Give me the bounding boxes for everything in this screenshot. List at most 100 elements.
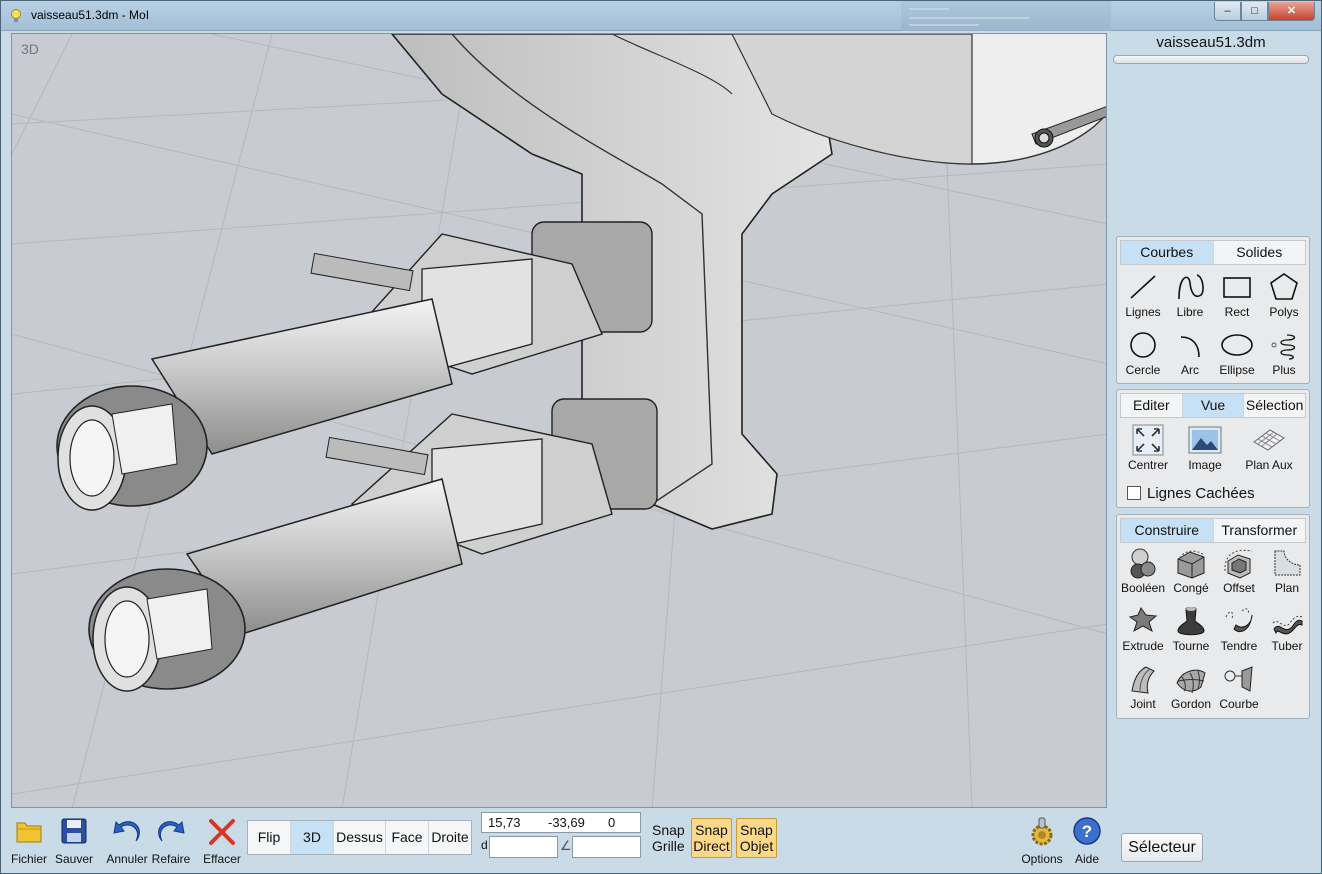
hidden-lines-toggle[interactable]: Lignes Cachées <box>1127 485 1255 502</box>
tool-plan-aux[interactable]: Plan Aux <box>1239 424 1299 472</box>
help-icon: ? <box>1073 817 1101 845</box>
loft-icon <box>1131 666 1155 694</box>
tool-label: Libre <box>1176 305 1204 319</box>
network-surface-icon <box>1176 669 1206 694</box>
snap-grid-label-2: Grille <box>652 838 685 854</box>
undo-icon <box>113 820 140 842</box>
tool-label: Lignes <box>1125 305 1161 319</box>
model-scene[interactable] <box>12 34 1107 808</box>
tool-lignes[interactable]: Lignes <box>1119 271 1167 319</box>
offset-icon <box>1224 549 1253 579</box>
hidden-lines-checkbox[interactable] <box>1127 486 1141 500</box>
tab-courbes[interactable]: Courbes <box>1121 241 1213 264</box>
coord-x: 15,73 <box>488 815 521 830</box>
background-image-icon <box>1188 426 1222 454</box>
view-front-button[interactable]: Face <box>385 821 428 854</box>
selector-button[interactable]: Sélecteur <box>1121 833 1203 862</box>
undo-button[interactable]: Annuler <box>104 815 150 866</box>
tab-solides[interactable]: Solides <box>1212 241 1306 264</box>
snap-direct-label-1: Snap <box>695 822 728 838</box>
help-button[interactable]: ? Aide <box>1071 815 1103 866</box>
tool-label: Plus <box>1272 363 1296 377</box>
planar-icon <box>1274 550 1301 576</box>
view-3d-button[interactable]: 3D <box>290 821 333 854</box>
snap-object-button[interactable]: Snap Objet <box>736 818 777 858</box>
draw-tabs: Courbes Solides <box>1120 240 1306 265</box>
coordinate-readout[interactable]: 15,73 -33,69 0 <box>481 812 641 833</box>
tool-joint[interactable]: Joint <box>1119 663 1167 711</box>
snap-direct-button[interactable]: Snap Direct <box>691 818 732 858</box>
redo-button[interactable]: Refaire <box>149 815 193 866</box>
line-icon <box>1130 275 1156 299</box>
tool-cercle[interactable]: Cercle <box>1119 329 1167 377</box>
boolean-icon <box>1130 548 1156 579</box>
hidden-lines-label: Lignes Cachées <box>1147 485 1255 502</box>
snap-grid-toggle[interactable]: Snap Grille <box>652 822 685 854</box>
tool-label: Tourne <box>1172 639 1210 653</box>
tool-tuber[interactable]: Tuber <box>1263 605 1311 653</box>
tool-plus[interactable]: Plus <box>1260 329 1308 377</box>
circle-icon <box>1130 332 1156 358</box>
coordinate-input: 15,73 -33,69 0 d ∠ <box>481 812 641 860</box>
construction-plane-icon <box>1253 429 1285 451</box>
view-right-button[interactable]: Droite <box>428 821 471 854</box>
tool-tendre[interactable]: Tendre <box>1215 605 1263 653</box>
tool-ellipse[interactable]: Ellipse <box>1213 329 1261 377</box>
status-progress-bar <box>1113 55 1309 64</box>
fillet-icon <box>1177 550 1205 579</box>
distance-input[interactable] <box>489 836 558 858</box>
delete-label: Effacer <box>203 852 241 866</box>
tab-transformer[interactable]: Transformer <box>1212 519 1306 542</box>
snap-grid-label-1: Snap <box>652 822 685 838</box>
redo-label: Refaire <box>151 852 191 866</box>
tool-rect[interactable]: Rect <box>1213 271 1261 319</box>
tool-polys[interactable]: Polys <box>1260 271 1308 319</box>
floppy-disk-icon <box>61 818 87 844</box>
minimize-button[interactable]: – <box>1214 2 1241 21</box>
ellipse-icon <box>1221 334 1253 356</box>
title-bar[interactable]: vaisseau51.3dm - MoI – □ ✕ <box>1 1 1321 31</box>
options-button[interactable]: Options <box>1019 815 1065 866</box>
rectangle-icon <box>1223 277 1251 298</box>
tool-arc[interactable]: Arc <box>1166 329 1214 377</box>
tool-label: Offset <box>1223 581 1255 595</box>
help-label: Aide <box>1074 852 1100 866</box>
tool-label: Centrer <box>1127 458 1168 472</box>
tool-libre[interactable]: Libre <box>1166 271 1214 319</box>
view-flip-button[interactable]: Flip <box>248 821 290 854</box>
tool-extrude[interactable]: Extrude <box>1119 605 1167 653</box>
tool-plan[interactable]: Plan <box>1263 547 1311 595</box>
options-label: Options <box>1021 852 1063 866</box>
draw-panel: Courbes Solides Lignes Libre Rect Polys … <box>1116 236 1310 384</box>
tool-label: Rect <box>1224 305 1250 319</box>
tool-offset[interactable]: Offset <box>1215 547 1263 595</box>
tool-centrer[interactable]: Centrer <box>1123 424 1173 472</box>
tab-vue[interactable]: Vue <box>1181 394 1244 417</box>
file-button[interactable]: Fichier <box>9 815 49 866</box>
delete-button[interactable]: Effacer <box>201 815 243 866</box>
tool-label: Booléen <box>1120 581 1166 595</box>
close-button[interactable]: ✕ <box>1268 2 1315 21</box>
tool-gordon[interactable]: Gordon <box>1167 663 1215 711</box>
tab-editer[interactable]: Editer <box>1121 394 1182 417</box>
app-window: vaisseau51.3dm - MoI – □ ✕ 3D vaisseau51… <box>0 0 1322 874</box>
tab-selection[interactable]: Sélection <box>1243 394 1305 417</box>
tab-construire[interactable]: Construire <box>1121 519 1213 542</box>
gear-icon <box>1031 817 1053 846</box>
tool-tourne[interactable]: Tourne <box>1167 605 1215 653</box>
view-top-button[interactable]: Dessus <box>333 821 385 854</box>
arc-icon <box>1180 336 1200 358</box>
redo-icon <box>158 820 185 842</box>
maximize-button[interactable]: □ <box>1241 2 1268 21</box>
tool-conge[interactable]: Congé <box>1167 547 1215 595</box>
viewport-3d[interactable]: 3D <box>11 33 1107 808</box>
tool-image[interactable]: Image <box>1180 424 1230 472</box>
save-button[interactable]: Sauver <box>53 815 95 866</box>
coord-y: -33,69 <box>548 815 585 830</box>
moi-bulb-icon <box>11 9 21 22</box>
tool-courbe[interactable]: Courbe <box>1215 663 1263 711</box>
polygon-icon <box>1270 273 1298 300</box>
view-tabs: Editer Vue Sélection <box>1120 393 1306 418</box>
angle-input[interactable] <box>572 836 641 858</box>
tool-booleen[interactable]: Booléen <box>1119 547 1167 595</box>
